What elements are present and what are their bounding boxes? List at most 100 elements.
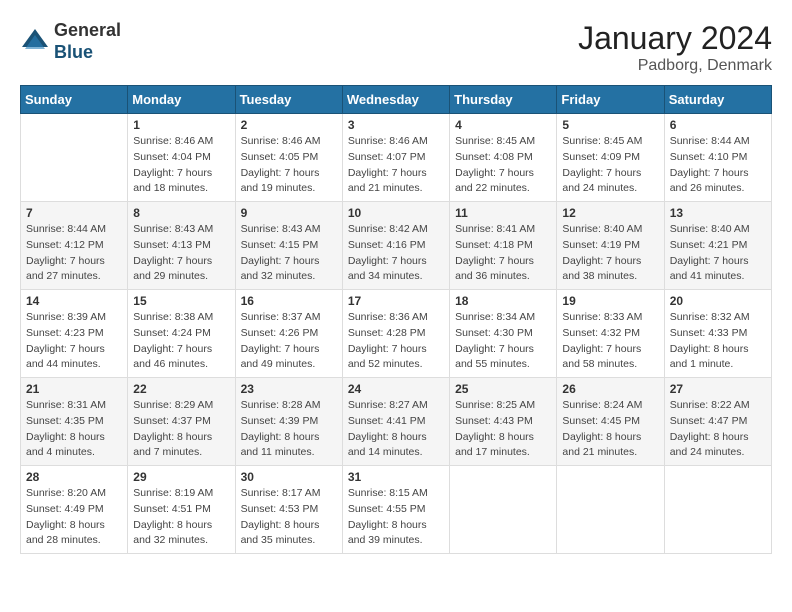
day-info: Sunrise: 8:29 AMSunset: 4:37 PMDaylight:… (133, 398, 229, 461)
calendar-cell: 7Sunrise: 8:44 AMSunset: 4:12 PMDaylight… (21, 202, 128, 290)
day-number: 26 (562, 382, 658, 396)
day-number: 5 (562, 118, 658, 132)
day-number: 25 (455, 382, 551, 396)
calendar-table: SundayMondayTuesdayWednesdayThursdayFrid… (20, 85, 772, 554)
day-info: Sunrise: 8:34 AMSunset: 4:30 PMDaylight:… (455, 310, 551, 373)
calendar-cell: 31 Sunrise: 8:15 AMSunset: 4:55 PMDayligh… (342, 466, 449, 554)
calendar-cell: 23 Sunrise: 8:28 AMSunset: 4:39 PMDayligh… (235, 378, 342, 466)
calendar-cell: 9 Sunrise: 8:43 AMSunset: 4:15 PMDaylight… (235, 202, 342, 290)
calendar-cell: 22 Sunrise: 8:29 AMSunset: 4:37 PMDayligh… (128, 378, 235, 466)
calendar-cell: 12 Sunrise: 8:40 AMSunset: 4:19 PMDayligh… (557, 202, 664, 290)
day-info: Sunrise: 8:33 AMSunset: 4:32 PMDaylight:… (562, 310, 658, 373)
header-day-friday: Friday (557, 86, 664, 114)
day-number: 22 (133, 382, 229, 396)
day-info: Sunrise: 8:39 AMSunset: 4:23 PMDaylight:… (26, 310, 122, 373)
header-day-saturday: Saturday (664, 86, 771, 114)
calendar-cell: 24 Sunrise: 8:27 AMSunset: 4:41 PMDayligh… (342, 378, 449, 466)
day-info: Sunrise: 8:43 AMSunset: 4:15 PMDaylight:… (241, 222, 337, 285)
day-number: 9 (241, 206, 337, 220)
day-info: Sunrise: 8:43 AMSunset: 4:13 PMDaylight:… (133, 222, 229, 285)
day-number: 2 (241, 118, 337, 132)
day-info: Sunrise: 8:37 AMSunset: 4:26 PMDaylight:… (241, 310, 337, 373)
day-info: Sunrise: 8:44 AMSunset: 4:10 PMDaylight:… (670, 134, 766, 197)
calendar-cell: 27 Sunrise: 8:22 AMSunset: 4:47 PMDayligh… (664, 378, 771, 466)
day-number: 20 (670, 294, 766, 308)
calendar-title: January 2024 (578, 20, 772, 57)
day-number: 14 (26, 294, 122, 308)
calendar-cell: 19 Sunrise: 8:33 AMSunset: 4:32 PMDayligh… (557, 290, 664, 378)
calendar-cell: 17Sunrise: 8:36 AMSunset: 4:28 PMDayligh… (342, 290, 449, 378)
week-row-1: 1 Sunrise: 8:46 AMSunset: 4:04 PMDaylight… (21, 114, 772, 202)
calendar-body: 1 Sunrise: 8:46 AMSunset: 4:04 PMDaylight… (21, 114, 772, 554)
logo-text: General Blue (54, 20, 121, 63)
calendar-cell: 5Sunrise: 8:45 AMSunset: 4:09 PMDaylight… (557, 114, 664, 202)
calendar-cell: 26Sunrise: 8:24 AMSunset: 4:45 PMDayligh… (557, 378, 664, 466)
day-number: 10 (348, 206, 444, 220)
calendar-cell: 29Sunrise: 8:19 AMSunset: 4:51 PMDayligh… (128, 466, 235, 554)
day-info: Sunrise: 8:27 AMSunset: 4:41 PMDaylight:… (348, 398, 444, 461)
calendar-cell: 21 Sunrise: 8:31 AMSunset: 4:35 PMDayligh… (21, 378, 128, 466)
day-info: Sunrise: 8:46 AMSunset: 4:07 PMDaylight:… (348, 134, 444, 197)
day-number: 15 (133, 294, 229, 308)
calendar-cell: 14 Sunrise: 8:39 AMSunset: 4:23 PMDayligh… (21, 290, 128, 378)
day-info: Sunrise: 8:15 AMSunset: 4:55 PMDaylight:… (348, 486, 444, 549)
day-number: 27 (670, 382, 766, 396)
day-info: Sunrise: 8:31 AMSunset: 4:35 PMDaylight:… (26, 398, 122, 461)
day-number: 6 (670, 118, 766, 132)
day-info: Sunrise: 8:32 AMSunset: 4:33 PMDaylight:… (670, 310, 766, 373)
day-number: 28 (26, 470, 122, 484)
calendar-cell: 20 Sunrise: 8:32 AMSunset: 4:33 PMDayligh… (664, 290, 771, 378)
header-day-wednesday: Wednesday (342, 86, 449, 114)
day-number: 24 (348, 382, 444, 396)
day-number: 18 (455, 294, 551, 308)
header-day-tuesday: Tuesday (235, 86, 342, 114)
day-number: 30 (241, 470, 337, 484)
calendar-cell: 4 Sunrise: 8:45 AMSunset: 4:08 PMDaylight… (450, 114, 557, 202)
day-info: Sunrise: 8:45 AMSunset: 4:08 PMDaylight:… (455, 134, 551, 197)
day-number: 3 (348, 118, 444, 132)
day-info: Sunrise: 8:40 AMSunset: 4:19 PMDaylight:… (562, 222, 658, 285)
day-info: Sunrise: 8:17 AMSunset: 4:53 PMDaylight:… (241, 486, 337, 549)
day-info: Sunrise: 8:28 AMSunset: 4:39 PMDaylight:… (241, 398, 337, 461)
week-row-3: 14 Sunrise: 8:39 AMSunset: 4:23 PMDayligh… (21, 290, 772, 378)
day-info: Sunrise: 8:25 AMSunset: 4:43 PMDaylight:… (455, 398, 551, 461)
day-number: 19 (562, 294, 658, 308)
header-day-sunday: Sunday (21, 86, 128, 114)
day-number: 1 (133, 118, 229, 132)
day-info: Sunrise: 8:20 AMSunset: 4:49 PMDaylight:… (26, 486, 122, 549)
day-number: 31 (348, 470, 444, 484)
header-day-thursday: Thursday (450, 86, 557, 114)
calendar-cell: 3 Sunrise: 8:46 AMSunset: 4:07 PMDaylight… (342, 114, 449, 202)
calendar-cell: 11Sunrise: 8:41 AMSunset: 4:18 PMDayligh… (450, 202, 557, 290)
logo-blue-text: Blue (54, 42, 121, 64)
day-info: Sunrise: 8:46 AMSunset: 4:05 PMDaylight:… (241, 134, 337, 197)
day-number: 4 (455, 118, 551, 132)
calendar-header: SundayMondayTuesdayWednesdayThursdayFrid… (21, 86, 772, 114)
day-info: Sunrise: 8:46 AMSunset: 4:04 PMDaylight:… (133, 134, 229, 197)
calendar-cell: 16 Sunrise: 8:37 AMSunset: 4:26 PMDayligh… (235, 290, 342, 378)
calendar-cell: 13 Sunrise: 8:40 AMSunset: 4:21 PMDayligh… (664, 202, 771, 290)
calendar-subtitle: Padborg, Denmark (578, 57, 772, 75)
day-info: Sunrise: 8:40 AMSunset: 4:21 PMDaylight:… (670, 222, 766, 285)
day-number: 7 (26, 206, 122, 220)
day-info: Sunrise: 8:22 AMSunset: 4:47 PMDaylight:… (670, 398, 766, 461)
day-number: 21 (26, 382, 122, 396)
calendar-cell: 8 Sunrise: 8:43 AMSunset: 4:13 PMDaylight… (128, 202, 235, 290)
calendar-cell (557, 466, 664, 554)
logo-general-text: General (54, 20, 121, 42)
day-number: 13 (670, 206, 766, 220)
calendar-cell: 18 Sunrise: 8:34 AMSunset: 4:30 PMDayligh… (450, 290, 557, 378)
day-number: 8 (133, 206, 229, 220)
day-info: Sunrise: 8:42 AMSunset: 4:16 PMDaylight:… (348, 222, 444, 285)
calendar-cell: 28 Sunrise: 8:20 AMSunset: 4:49 PMDayligh… (21, 466, 128, 554)
calendar-cell: 15 Sunrise: 8:38 AMSunset: 4:24 PMDayligh… (128, 290, 235, 378)
calendar-cell (450, 466, 557, 554)
day-number: 29 (133, 470, 229, 484)
day-info: Sunrise: 8:38 AMSunset: 4:24 PMDaylight:… (133, 310, 229, 373)
day-number: 23 (241, 382, 337, 396)
day-number: 16 (241, 294, 337, 308)
header-row: SundayMondayTuesdayWednesdayThursdayFrid… (21, 86, 772, 114)
page-header: General Blue January 2024 Padborg, Denma… (20, 20, 772, 75)
day-info: Sunrise: 8:36 AMSunset: 4:28 PMDaylight:… (348, 310, 444, 373)
day-number: 12 (562, 206, 658, 220)
